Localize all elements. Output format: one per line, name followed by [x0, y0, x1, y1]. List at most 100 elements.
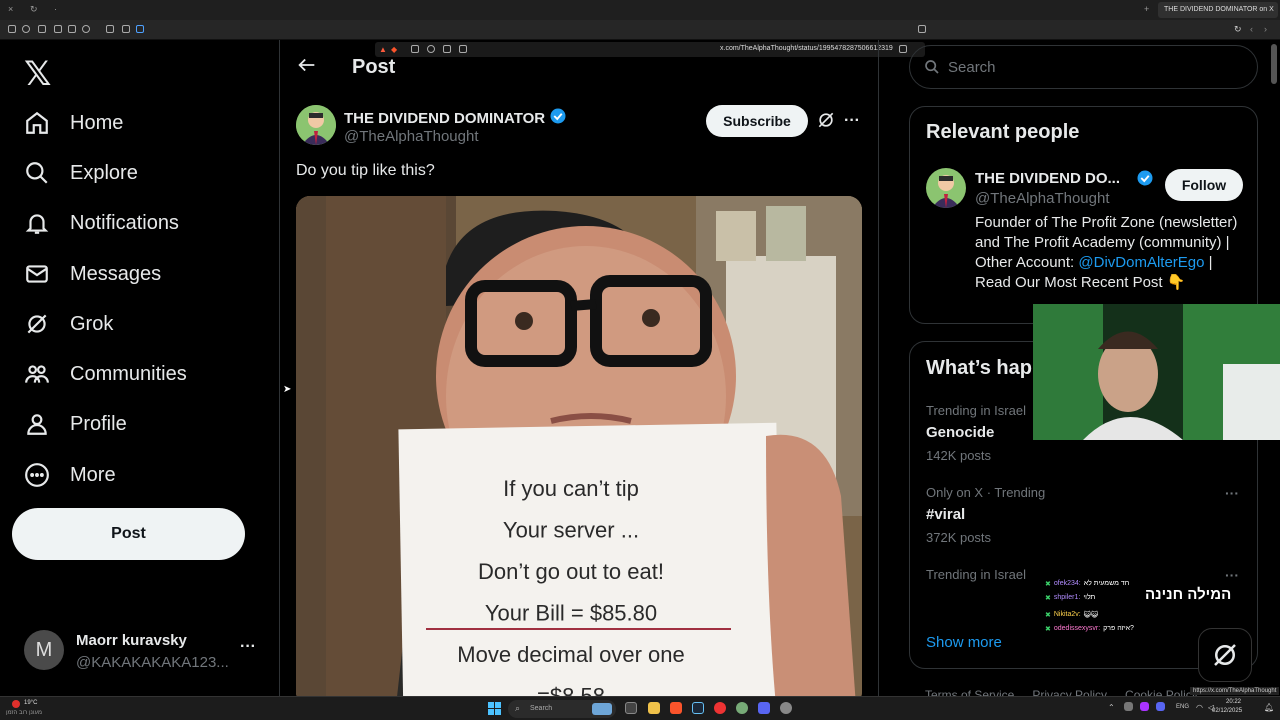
nav-label: Notifications — [70, 211, 179, 234]
new-tab-icon[interactable]: + — [1144, 4, 1149, 14]
menu-icon[interactable] — [8, 25, 16, 33]
relevant-people-panel: Relevant people THE DIVIDEND DO... @TheA… — [909, 106, 1258, 324]
person-icon — [22, 409, 52, 439]
left-navigation: 𝕏 Home Explore Notifications Messages Gr… — [0, 40, 280, 696]
tray-app-icon[interactable] — [1140, 702, 1149, 711]
back-icon[interactable]: ‹ — [1250, 24, 1253, 34]
author-name[interactable]: THE DIVIDEND DOMINATOR — [344, 107, 567, 129]
windows-start-icon[interactable] — [488, 702, 501, 715]
bell-icon — [22, 208, 52, 238]
extension-icon[interactable] — [106, 25, 114, 33]
follow-button[interactable]: Follow — [1165, 169, 1243, 201]
post-button[interactable]: Post — [12, 508, 245, 560]
person-name[interactable]: THE DIVIDEND DO... — [975, 169, 1154, 187]
trend-name: #viral — [926, 506, 966, 523]
status-url: https://x.com/TheAlphaThought — [1190, 687, 1280, 695]
grok-floating-button[interactable] — [1198, 628, 1252, 682]
sign-text-line: Move decimal over one — [457, 642, 684, 667]
account-switcher[interactable]: M Maorr kuravsky @KAKAKAKAKA123... ··· — [22, 630, 268, 674]
sign-text-line: Your server ... — [503, 518, 639, 543]
nav-messages[interactable]: Messages — [22, 252, 161, 296]
chat-message: ✖ ofek234: חד משמעית לא — [1045, 580, 1129, 588]
task-view-icon[interactable] — [625, 702, 637, 714]
extension-icon[interactable] — [68, 25, 76, 33]
chat-title: המילה חנינה — [1145, 586, 1232, 603]
app-icon[interactable] — [714, 702, 726, 714]
app-icon[interactable] — [736, 702, 748, 714]
author-handle[interactable]: @TheAlphaThought — [344, 128, 478, 145]
footer-link[interactable]: Privacy Policy — [1032, 688, 1107, 696]
page-title: Post — [352, 56, 396, 78]
nav-grok[interactable]: Grok — [22, 302, 113, 346]
close-window-icon[interactable]: × — [8, 4, 13, 14]
weather-alert-icon[interactable] — [12, 700, 20, 708]
reload-icon[interactable]: ↻ — [1234, 24, 1242, 35]
browser-toolbar: ▲ ◆ x.com/TheAlphaThought/status/1995478… — [0, 20, 1280, 57]
author-avatar[interactable] — [926, 168, 966, 208]
back-arrow-icon[interactable] — [296, 54, 318, 81]
discord-icon[interactable] — [758, 702, 770, 714]
footer-links: Terms of Service Privacy Policy Cookie P… — [925, 688, 1198, 696]
footer-link[interactable]: Cookie Policy — [1125, 688, 1198, 696]
sign-text-line: If you can’t tip — [503, 476, 639, 501]
forward-icon[interactable]: › — [1264, 24, 1267, 34]
browser-tab[interactable]: THE DIVIDEND DOMINATOR on X — [1158, 2, 1278, 18]
nav-home[interactable]: Home — [22, 101, 123, 145]
webcam-overlay — [1033, 304, 1280, 440]
taskbar-search[interactable]: ⌕ Search — [508, 700, 616, 718]
reader-icon[interactable] — [899, 45, 907, 53]
extension-icon[interactable] — [136, 25, 144, 33]
grok-icon — [22, 309, 52, 339]
scrollbar-thumb[interactable] — [1271, 44, 1277, 84]
extension-icon[interactable] — [22, 25, 30, 33]
author-avatar[interactable] — [296, 105, 336, 145]
nav-explore[interactable]: Explore — [22, 151, 138, 195]
tray-app-icon[interactable] — [1124, 702, 1133, 711]
bio-link[interactable]: @DivDomAlterEgo — [1078, 254, 1204, 271]
nav-more[interactable]: More — [22, 453, 116, 497]
extension-icon[interactable] — [122, 25, 130, 33]
trend-meta: Only on X · Trending — [926, 485, 1046, 500]
clock-date[interactable]: 02/12/2025 — [1212, 708, 1242, 714]
clock-time[interactable]: 20:22 — [1226, 699, 1241, 705]
verified-badge-icon — [1136, 169, 1154, 187]
tray-app-icon[interactable] — [1156, 702, 1165, 711]
trend-item[interactable]: Only on X · Trending #viral 372K posts — [926, 485, 1246, 551]
account-name: Maorr kuravsky — [76, 632, 187, 649]
extension-icon[interactable] — [38, 25, 46, 33]
language-indicator[interactable]: ENG — [1176, 704, 1189, 710]
mouse-cursor-icon: ➤ — [283, 384, 292, 395]
x-logo-icon[interactable]: 𝕏 — [24, 54, 51, 94]
app-icon[interactable] — [780, 702, 792, 714]
chat-badge-icon: ✖ — [1045, 612, 1051, 619]
nav-notifications[interactable]: Notifications — [22, 201, 179, 245]
author-name-text: THE DIVIDEND DOMINATOR — [344, 109, 546, 127]
subscribe-button[interactable]: Subscribe — [706, 105, 808, 137]
chat-text: תלוי — [1083, 594, 1096, 601]
search-input[interactable]: Search — [909, 45, 1258, 89]
weather-temp[interactable]: 19°C — [24, 700, 37, 706]
search-highlight-icon — [592, 703, 612, 715]
post-image[interactable]: If you can’t tip Your server ... Don’t go … — [296, 196, 862, 696]
nav-profile[interactable]: Profile — [22, 402, 127, 446]
notification-bell-icon[interactable]: 🔔︎ — [1264, 703, 1274, 712]
file-explorer-icon[interactable] — [648, 702, 660, 714]
more-icon[interactable]: ··· — [240, 638, 256, 656]
extension-icon[interactable] — [54, 25, 62, 33]
person-handle[interactable]: @TheAlphaThought — [975, 190, 1109, 207]
tray-chevron-icon[interactable]: ⌃ — [1108, 703, 1115, 712]
brave-icon[interactable] — [670, 702, 682, 714]
show-more-link[interactable]: Show more — [926, 634, 1002, 651]
reload-small-icon[interactable]: ↻ — [30, 4, 38, 15]
steam-icon[interactable] — [692, 702, 704, 714]
grok-icon[interactable] — [816, 110, 836, 135]
bookmark-icon[interactable] — [918, 25, 926, 33]
panel-title: Relevant people — [926, 121, 1080, 143]
footer-link[interactable]: Terms of Service — [925, 688, 1014, 696]
back-small-icon[interactable]: · — [54, 4, 57, 14]
music-icon[interactable] — [82, 25, 90, 33]
nav-communities[interactable]: Communities — [22, 352, 187, 396]
wifi-icon[interactable]: ◠ — [1196, 703, 1203, 712]
more-icon[interactable]: ··· — [1225, 485, 1239, 501]
more-icon[interactable]: ··· — [844, 112, 860, 130]
